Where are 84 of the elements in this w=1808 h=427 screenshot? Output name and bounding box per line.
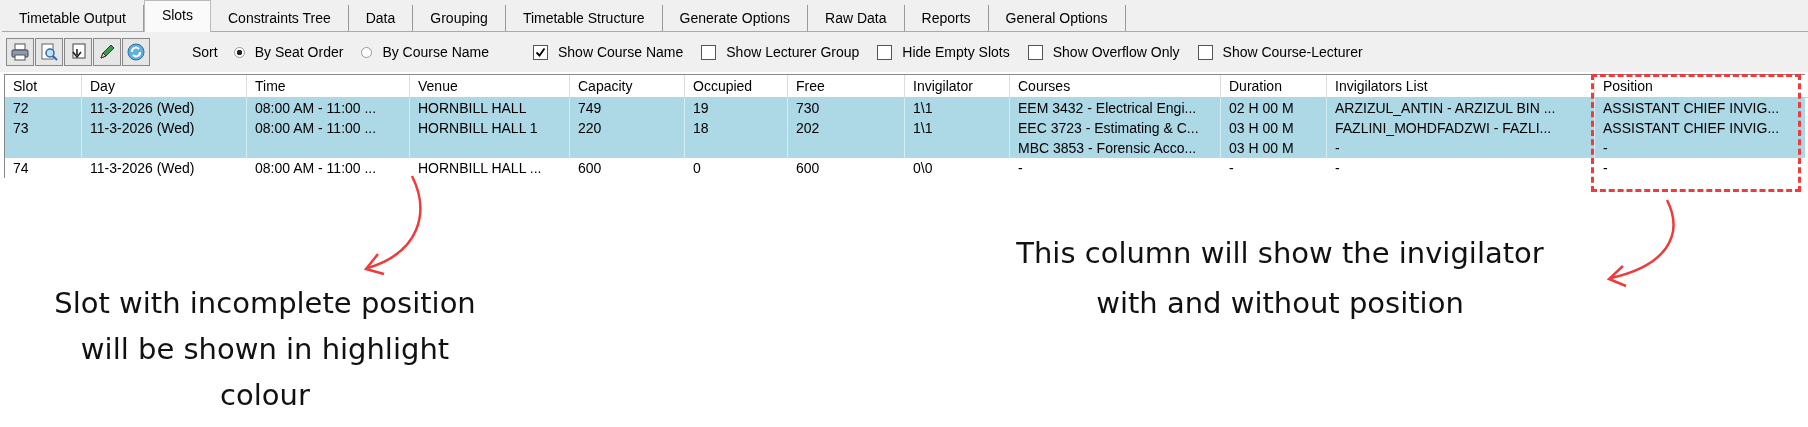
table-cell: 1\1 xyxy=(913,120,933,136)
column-header[interactable]: Day xyxy=(82,75,247,98)
table-cell: 03 H 00 M xyxy=(1229,120,1294,136)
table-cell: 73 xyxy=(13,120,29,136)
column-header[interactable]: Occupied xyxy=(685,75,788,98)
table-cell: 600 xyxy=(796,160,820,176)
table-cell: HORNBILL HALL ... xyxy=(418,160,542,176)
table-cell: ASSISTANT CHIEF INVIG... xyxy=(1603,100,1780,116)
tab[interactable]: General Options xyxy=(988,5,1126,32)
column-header[interactable]: Invigilators List xyxy=(1327,75,1595,98)
option-checkbox[interactable]: Show Lecturer Group xyxy=(701,44,860,60)
table-cell: - xyxy=(1603,160,1608,176)
tab[interactable]: Constraints Tree xyxy=(211,5,349,32)
tab[interactable]: Raw Data xyxy=(808,5,905,32)
table-cell: MBC 3853 - Forensic Acco... xyxy=(1018,140,1197,156)
option-checkbox[interactable]: Show Course-Lecturer xyxy=(1197,44,1363,60)
table-row[interactable]: 73 11-3-2026 (Wed) 08:00 AM - 11:00 ... HORNBILL HALL 1 220 18 202 1\1 EEC 3723 - Estimating & C... 03 H 00 M FAZLINI_MOHDFADZWI - FAZLI... ASSISTANT CHIEF INVIG... xyxy=(5,118,1805,138)
column-header[interactable]: Duration xyxy=(1221,75,1327,98)
table-cell: 730 xyxy=(796,100,820,116)
tab[interactable]: Generate Options xyxy=(662,5,809,32)
sort-radio[interactable]: By Seat Order xyxy=(233,44,344,60)
table-cell: 74 xyxy=(13,160,29,176)
column-header[interactable]: Venue xyxy=(410,75,570,98)
table-cell: FAZLINI_MOHDFADZWI - FAZLI... xyxy=(1335,120,1552,136)
table-cell: 03 H 00 M xyxy=(1229,140,1294,156)
refresh-button[interactable] xyxy=(122,38,150,66)
table-cell: - xyxy=(1335,140,1340,156)
export-button[interactable] xyxy=(64,38,92,66)
table-cell: - xyxy=(1603,140,1608,156)
tab[interactable]: Slots xyxy=(143,0,211,32)
table-cell: - xyxy=(1018,160,1023,176)
refresh-icon xyxy=(126,42,146,62)
column-header[interactable]: Free xyxy=(788,75,905,98)
print-button[interactable] xyxy=(6,38,34,66)
tab[interactable]: Grouping xyxy=(413,5,506,32)
option-checkbox[interactable]: Hide Empty Slots xyxy=(877,44,1010,60)
printer-icon xyxy=(10,42,30,62)
check-icon xyxy=(535,46,546,58)
table-cell: HORNBILL HALL xyxy=(418,100,527,116)
table-cell: EEC 3723 - Estimating & C... xyxy=(1018,120,1199,136)
column-header[interactable]: Capacity xyxy=(570,75,685,98)
table-cell: ARZIZUL_ANTIN - ARZIZUL BIN ... xyxy=(1335,100,1556,116)
tab[interactable]: Timetable Structure xyxy=(505,5,663,32)
tab[interactable]: Timetable Output xyxy=(2,5,144,32)
table-cell: 0 xyxy=(693,160,701,176)
table-cell: 749 xyxy=(578,100,602,116)
table-cell: 19 xyxy=(693,100,709,116)
table-cell: - xyxy=(1229,160,1234,176)
column-header[interactable]: Invigilator xyxy=(905,75,1010,98)
table-cell: EEM 3432 - Electrical Engi... xyxy=(1018,100,1197,116)
sort-label: Sort xyxy=(192,44,218,60)
table-cell: 18 xyxy=(693,120,709,136)
table-row[interactable]: 72 11-3-2026 (Wed) 08:00 AM - 11:00 ... HORNBILL HALL 749 19 730 1\1 EEM 3432 - Electrical Engi... 02 H 00 M ARZIZUL_ANTIN - ARZIZUL BIN ... ASSISTANT CHIEF INVIG... xyxy=(5,98,1805,118)
table-cell: 220 xyxy=(578,120,602,136)
option-checkbox[interactable]: Show Course Name xyxy=(533,44,684,60)
table-cell: 11-3-2026 (Wed) xyxy=(90,100,195,116)
edit-button[interactable] xyxy=(93,38,121,66)
print-preview-button[interactable] xyxy=(35,38,63,66)
tab[interactable]: Reports xyxy=(904,5,989,32)
table-row[interactable]: MBC 3853 - Forensic Acco... 03 H 00 M - - xyxy=(5,138,1805,158)
magnifier-page-icon xyxy=(39,42,59,62)
table-cell: 11-3-2026 (Wed) xyxy=(90,120,195,136)
table-cell: HORNBILL HALL 1 xyxy=(418,120,538,136)
sort-radio[interactable]: By Course Name xyxy=(361,44,489,60)
table-cell: - xyxy=(1335,160,1340,176)
table-cell: 202 xyxy=(796,120,820,136)
table-cell: 02 H 00 M xyxy=(1229,100,1294,116)
table-cell: 72 xyxy=(13,100,29,116)
table-cell: 1\1 xyxy=(913,100,933,116)
tab[interactable]: Data xyxy=(348,5,414,32)
table-cell: 08:00 AM - 11:00 ... xyxy=(255,160,377,176)
table-cell: 600 xyxy=(578,160,602,176)
table-cell: ASSISTANT CHIEF INVIG... xyxy=(1603,120,1780,136)
column-header[interactable]: Time xyxy=(247,75,410,98)
pen-icon xyxy=(97,42,117,62)
table-cell: 0\0 xyxy=(913,160,933,176)
table-cell: 08:00 AM - 11:00 ... xyxy=(255,100,377,116)
table-cell: 08:00 AM - 11:00 ... xyxy=(255,120,377,136)
column-header[interactable]: Courses xyxy=(1010,75,1221,98)
annotation-text: This column will show the invigilator with and without position xyxy=(1015,235,1545,322)
option-checkbox[interactable]: Show Overflow Only xyxy=(1027,44,1180,60)
column-header[interactable]: Slot xyxy=(5,75,82,98)
table-cell: 11-3-2026 (Wed) xyxy=(90,160,195,176)
annotation-text: Slot with incomplete position will be shown in highlight colour xyxy=(53,285,477,414)
